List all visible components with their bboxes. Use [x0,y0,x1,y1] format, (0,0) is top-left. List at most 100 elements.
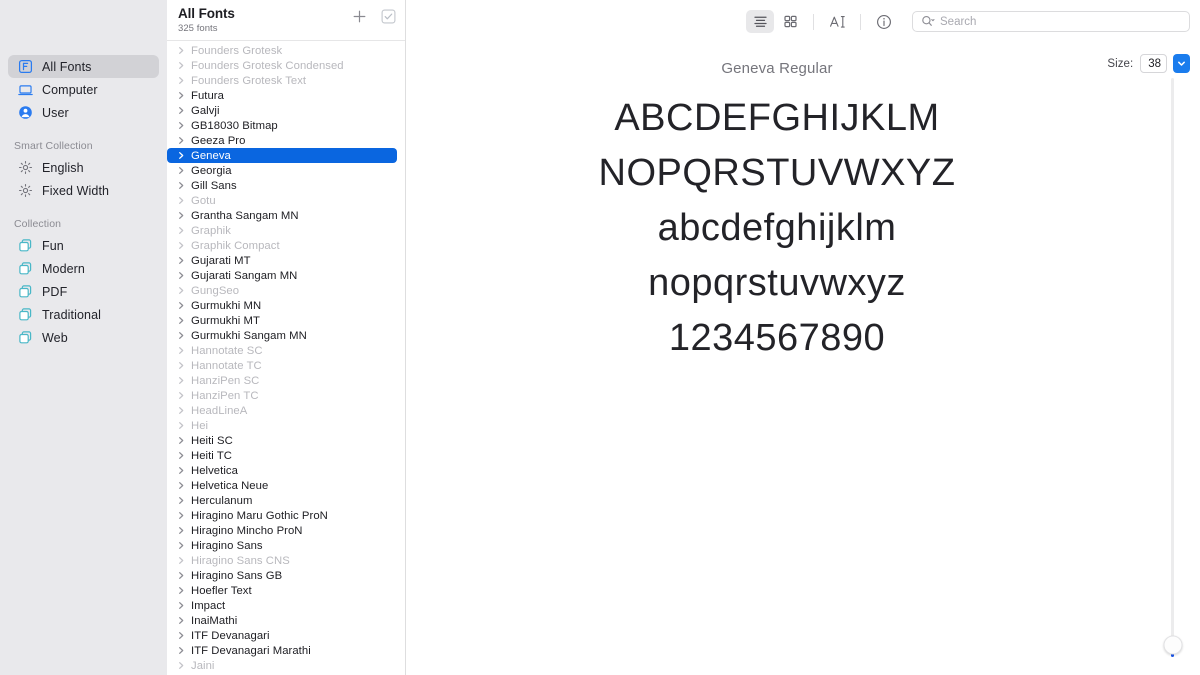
chevron-right-icon[interactable] [178,91,185,100]
sidebar-item-traditional[interactable]: Traditional [8,303,159,326]
sidebar-item-fun[interactable]: Fun [8,234,159,257]
chevron-right-icon[interactable] [178,211,185,220]
checkbox-icon[interactable] [381,9,396,24]
font-list-item[interactable]: Founders Grotesk [167,43,397,58]
sidebar-item-pdf[interactable]: PDF [8,280,159,303]
font-list-item[interactable]: Hiragino Sans GB [167,568,397,583]
font-list-item[interactable]: Gurmukhi MT [167,313,397,328]
text-cursor-icon[interactable] [823,10,851,33]
chevron-right-icon[interactable] [178,196,185,205]
font-list-item[interactable]: Gill Sans [167,178,397,193]
chevron-right-icon[interactable] [178,511,185,520]
font-list-item[interactable]: Gurmukhi MN [167,298,397,313]
chevron-right-icon[interactable] [178,391,185,400]
chevron-right-icon[interactable] [178,136,185,145]
font-list-item[interactable]: ITF Devanagari [167,628,397,643]
chevron-right-icon[interactable] [178,421,185,430]
font-list-item[interactable]: Gurmukhi Sangam MN [167,328,397,343]
chevron-right-icon[interactable] [178,331,185,340]
font-list-item[interactable]: Graphik [167,223,397,238]
chevron-right-icon[interactable] [178,451,185,460]
list-view-icon[interactable] [746,10,774,33]
font-list-item[interactable]: Hannotate TC [167,358,397,373]
font-list-item[interactable]: Hiragino Sans CNS [167,553,397,568]
font-list-item[interactable]: Heiti TC [167,448,397,463]
font-list-item[interactable]: HanziPen SC [167,373,397,388]
chevron-right-icon[interactable] [178,526,185,535]
font-list-item[interactable]: Galvji [167,103,397,118]
font-list-item[interactable]: Founders Grotesk Text [167,73,397,88]
chevron-right-icon[interactable] [178,616,185,625]
chevron-right-icon[interactable] [178,106,185,115]
font-list-item[interactable]: GB18030 Bitmap [167,118,397,133]
font-list-item[interactable]: Helvetica [167,463,397,478]
chevron-right-icon[interactable] [178,121,185,130]
chevron-right-icon[interactable] [178,301,185,310]
chevron-right-icon[interactable] [178,376,185,385]
sidebar-item-web[interactable]: Web [8,326,159,349]
font-list-item[interactable]: Gotu [167,193,397,208]
font-list-item[interactable]: Hoefler Text [167,583,397,598]
font-list-item[interactable]: ITF Devanagari Marathi [167,643,397,658]
chevron-right-icon[interactable] [178,436,185,445]
chevron-right-icon[interactable] [178,346,185,355]
chevron-right-icon[interactable] [178,241,185,250]
chevron-down-icon[interactable] [1173,54,1190,73]
chevron-right-icon[interactable] [178,226,185,235]
font-list-item[interactable]: Heiti SC [167,433,397,448]
chevron-right-icon[interactable] [178,556,185,565]
font-list-item[interactable]: GungSeo [167,283,397,298]
chevron-right-icon[interactable] [178,586,185,595]
chevron-right-icon[interactable] [178,661,185,670]
chevron-right-icon[interactable] [178,61,185,70]
size-slider-knob[interactable] [1163,635,1182,655]
sidebar-item-modern[interactable]: Modern [8,257,159,280]
font-list-item[interactable]: Hiragino Sans [167,538,397,553]
sidebar-item-fixed-width[interactable]: Fixed Width [8,179,159,202]
chevron-right-icon[interactable] [178,406,185,415]
font-list[interactable]: Founders Grotesk Founders Grotesk Condens… [167,41,405,675]
sidebar-item-computer[interactable]: Computer [8,78,159,101]
sidebar-item-english[interactable]: English [8,156,159,179]
size-slider[interactable] [1163,78,1182,657]
font-list-item[interactable]: Hei [167,418,397,433]
chevron-right-icon[interactable] [178,481,185,490]
chevron-right-icon[interactable] [178,181,185,190]
font-list-item[interactable]: Herculanum [167,493,397,508]
chevron-right-icon[interactable] [178,631,185,640]
chevron-right-icon[interactable] [178,286,185,295]
chevron-right-icon[interactable] [178,271,185,280]
font-list-item[interactable]: Geeza Pro [167,133,397,148]
chevron-right-icon[interactable] [178,166,185,175]
font-list-item[interactable]: Hiragino Mincho ProN [167,523,397,538]
font-list-item[interactable]: Georgia [167,163,397,178]
font-list-item[interactable]: Futura [167,88,397,103]
font-list-item[interactable]: HeadLineA [167,403,397,418]
chevron-right-icon[interactable] [178,541,185,550]
font-list-item[interactable]: Geneva [167,148,397,163]
chevron-right-icon[interactable] [178,646,185,655]
chevron-right-icon[interactable] [178,151,185,160]
font-list-item[interactable]: InaiMathi [167,613,397,628]
font-list-item[interactable]: Graphik Compact [167,238,397,253]
font-list-item[interactable]: HanziPen TC [167,388,397,403]
sidebar-item-user[interactable]: User [8,101,159,124]
sidebar-item-all-fonts[interactable]: All Fonts [8,55,159,78]
font-list-item[interactable]: Hiragino Maru Gothic ProN [167,508,397,523]
font-list-item[interactable]: Grantha Sangam MN [167,208,397,223]
info-icon[interactable] [870,10,898,33]
chevron-right-icon[interactable] [178,361,185,370]
grid-view-icon[interactable] [776,10,804,33]
chevron-right-icon[interactable] [178,256,185,265]
chevron-right-icon[interactable] [178,466,185,475]
chevron-right-icon[interactable] [178,496,185,505]
chevron-right-icon[interactable] [178,46,185,55]
font-list-item[interactable]: Hannotate SC [167,343,397,358]
font-list-item[interactable]: Helvetica Neue [167,478,397,493]
search-input[interactable]: Search [912,11,1190,32]
font-list-item[interactable]: Impact [167,598,397,613]
chevron-right-icon[interactable] [178,76,185,85]
font-list-item[interactable]: Gujarati MT [167,253,397,268]
plus-icon[interactable] [352,9,367,24]
font-list-item[interactable]: Gujarati Sangam MN [167,268,397,283]
